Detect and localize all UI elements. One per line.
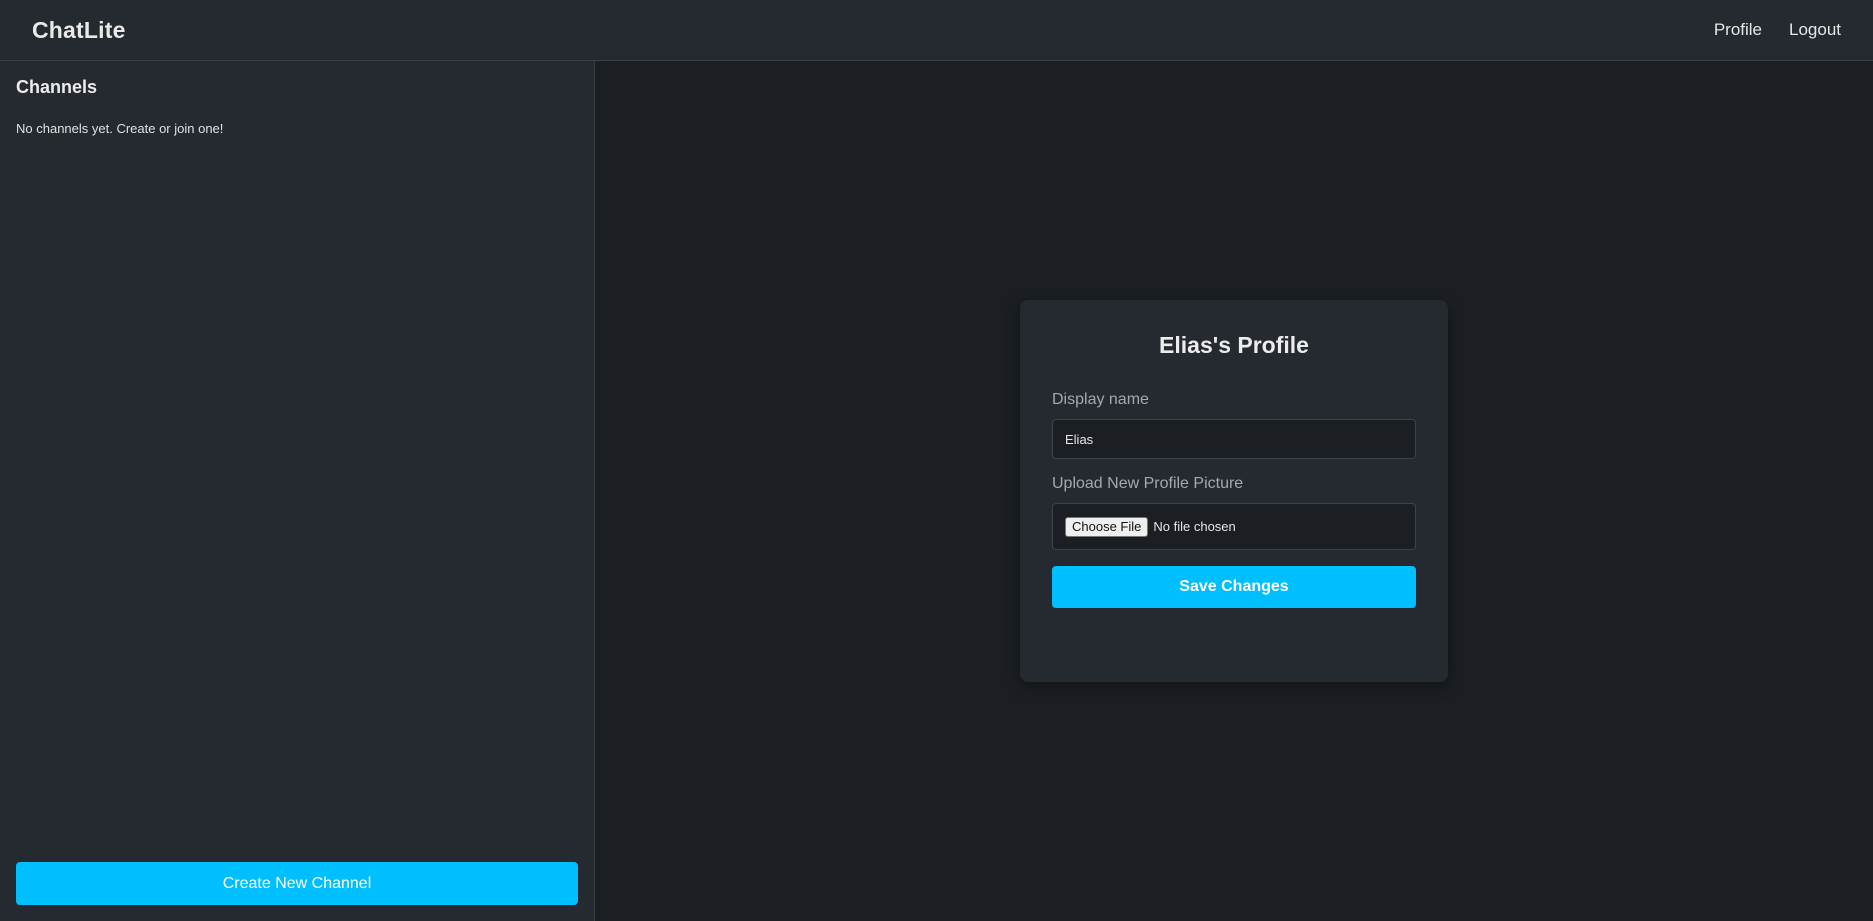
top-navbar: ChatLite Profile Logout <box>0 0 1873 61</box>
channels-sidebar: Channels No channels yet. Create or join… <box>0 61 595 921</box>
app-brand[interactable]: ChatLite <box>32 17 126 44</box>
profile-title: Elias's Profile <box>1159 332 1309 358</box>
save-changes-button[interactable]: Save Changes <box>1052 566 1416 608</box>
file-upload-field[interactable]: Choose File No file chosen <box>1052 503 1416 550</box>
display-name-label: Display name <box>1052 391 1149 408</box>
nav-profile-link[interactable]: Profile <box>1714 20 1762 40</box>
file-status-text: No file chosen <box>1153 519 1236 534</box>
sidebar-title: Channels <box>16 77 98 97</box>
channels-empty-message: No channels yet. Create or join one! <box>16 121 224 136</box>
choose-file-button[interactable]: Choose File <box>1065 516 1149 537</box>
nav-logout-link[interactable]: Logout <box>1789 20 1841 40</box>
display-name-input[interactable] <box>1052 419 1416 459</box>
top-nav-links: Profile Logout <box>1714 20 1841 40</box>
upload-picture-label: Upload New Profile Picture <box>1052 475 1244 492</box>
create-channel-button[interactable]: Create New Channel <box>16 862 578 905</box>
profile-card: Elias's Profile Display name Upload New … <box>1020 300 1448 682</box>
